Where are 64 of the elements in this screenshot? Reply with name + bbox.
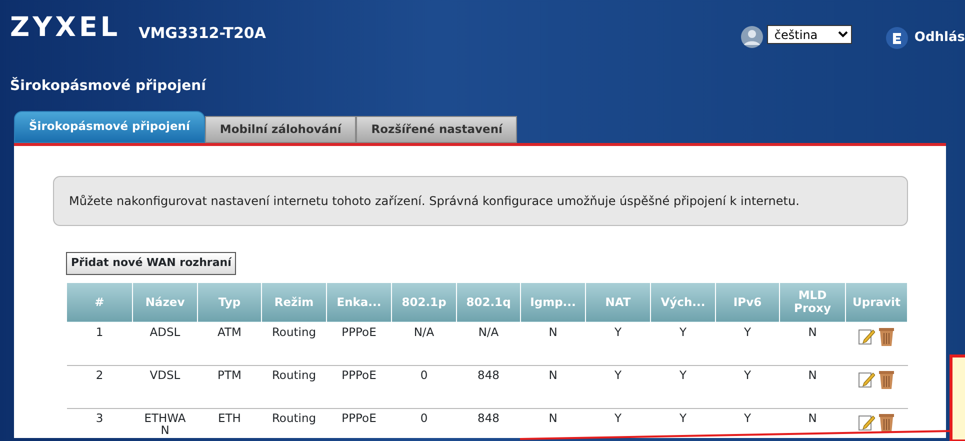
table-cell: 3 (66, 408, 132, 438)
table-cell: Routing (262, 408, 326, 438)
tab[interactable]: Širokopásmové připojení (14, 111, 205, 143)
column-header: 802.1q (456, 282, 520, 322)
column-header: Vých... (650, 282, 716, 322)
column-header: Igmp... (520, 282, 586, 322)
column-header: # (66, 282, 132, 322)
add-wan-button[interactable]: Přidat nové WAN rozhraní (66, 252, 236, 274)
table-cell: Routing (262, 322, 326, 365)
column-header: Enka... (326, 282, 392, 322)
trash-icon[interactable] (878, 326, 896, 346)
table-cell: Y (650, 365, 716, 408)
page-title: Širokopásmové připojení (10, 78, 206, 94)
table-cell: Y (586, 322, 650, 365)
logout-icon[interactable] (886, 27, 908, 49)
table-cell: N (520, 365, 586, 408)
table-cell: Y (586, 365, 650, 408)
table-cell: 848 (456, 408, 520, 438)
column-header: Upravit (846, 282, 908, 322)
tab[interactable]: Rozšířené nastavení (356, 116, 518, 143)
language-select[interactable]: čeština (767, 25, 852, 44)
column-header: NAT (586, 282, 650, 322)
table-cell: N/A (456, 322, 520, 365)
table-cell: N (780, 365, 846, 408)
column-header: 802.1p (392, 282, 456, 322)
table-cell: N/A (392, 322, 456, 365)
table-cell: VDSL (132, 365, 198, 408)
table-cell: Routing (262, 365, 326, 408)
table-cell: Y (716, 322, 780, 365)
table-cell: 848 (456, 365, 520, 408)
column-header: Název (132, 282, 198, 322)
column-header: Režim (262, 282, 326, 322)
table-cell: ETH (198, 408, 262, 438)
table-cell: N (780, 408, 846, 438)
table-cell: Y (716, 365, 780, 408)
column-header: IPv6 (716, 282, 780, 322)
table-cell: 0 (392, 408, 456, 438)
table-cell: ETHWAN (132, 408, 198, 438)
tab[interactable]: Mobilní zálohování (204, 116, 356, 143)
table-cell: PTM (198, 365, 262, 408)
table-cell: 2 (66, 365, 132, 408)
table-cell: 0 (392, 365, 456, 408)
info-box: Můžete nakonfigurovat nastavení internetu tohoto zařízení. Správná konfigurace umožňuje úspěšné připojení k internetu. (53, 176, 908, 226)
table-cell: PPPoE (326, 365, 392, 408)
user-icon (741, 26, 764, 48)
model-name: VMG3312-T20A (138, 23, 266, 44)
table-cell: Y (586, 408, 650, 438)
table-cell: N (520, 322, 586, 365)
table-cell: PPPoE (326, 322, 392, 365)
trash-icon[interactable] (878, 368, 896, 388)
table-cell: PPPoE (326, 408, 392, 438)
table-cell: ATM (198, 322, 262, 365)
table-cell: Y (650, 408, 716, 438)
table-cell: N (780, 322, 846, 365)
table-cell: ADSL (132, 322, 198, 365)
trash-icon[interactable] (878, 412, 896, 432)
logout-link[interactable]: Odhlás (914, 28, 965, 48)
table-cell: N (520, 408, 586, 438)
column-header: MLD Proxy (780, 282, 846, 322)
column-header: Typ (198, 282, 262, 322)
logo: ZYXEL (10, 14, 121, 41)
table-cell: Y (650, 322, 716, 365)
table-cell: 1 (66, 322, 132, 365)
table-cell: Y (716, 408, 780, 438)
